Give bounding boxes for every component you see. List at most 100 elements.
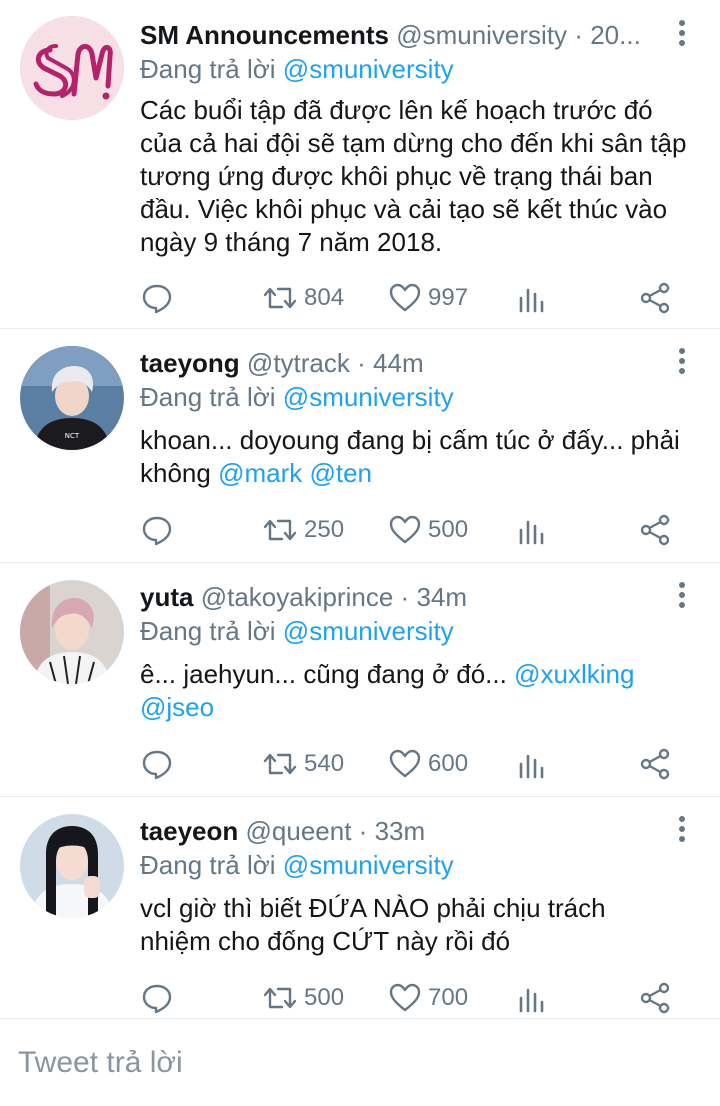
tweet-header: SM Announcements @smuniversity · 20... [140, 18, 660, 52]
share-icon [640, 514, 670, 546]
like-button[interactable]: 700 [388, 978, 468, 1018]
author-name[interactable]: SM Announcements [140, 20, 389, 50]
avatar-sm-logo[interactable] [20, 16, 124, 120]
author-handle[interactable]: @queent [246, 816, 352, 846]
analytics-button[interactable] [516, 978, 546, 1018]
retweet-count: 500 [304, 984, 345, 1011]
avatar[interactable]: NCT [20, 346, 124, 450]
more-options-icon[interactable] [674, 348, 690, 378]
mention-link[interactable]: @mark [218, 458, 302, 488]
separator-dot: · [357, 348, 366, 378]
retweet-icon [263, 519, 297, 541]
like-button[interactable]: 997 [388, 278, 468, 318]
author-handle[interactable]: @smuniversity [396, 20, 567, 50]
more-options-icon[interactable] [674, 816, 690, 846]
like-button[interactable]: 500 [388, 510, 468, 550]
analytics-icon [519, 988, 544, 1013]
reply-to-mention[interactable]: @smuniversity [283, 382, 454, 412]
separator-dot: · [574, 20, 583, 50]
replying-to-label: Đang trả lời [140, 850, 276, 880]
reply-button[interactable] [140, 278, 174, 318]
tweet-time[interactable]: 34m [416, 582, 467, 612]
like-count: 500 [428, 516, 469, 543]
tweet-actions: 500 700 [140, 978, 700, 1018]
tweet-actions: 250 500 [140, 510, 700, 550]
retweet-button[interactable]: 250 [262, 510, 344, 550]
sm-logo-icon [20, 16, 124, 120]
replying-to-label: Đang trả lời [140, 54, 276, 84]
separator-dot: · [400, 582, 410, 612]
separator-dot: · [358, 816, 368, 846]
like-count: 700 [428, 984, 469, 1011]
tweet-actions: 804 997 [140, 278, 700, 318]
svg-text:NCT: NCT [65, 432, 80, 440]
avatar[interactable] [20, 580, 124, 684]
heart-icon [389, 983, 421, 1012]
reply-to-mention[interactable]: @smuniversity [283, 850, 454, 880]
analytics-button[interactable] [516, 510, 546, 550]
tweet-time[interactable]: 33m [375, 816, 426, 846]
tweet-text: Các buổi tập đã được lên kế hoạch trước … [140, 95, 687, 257]
reply-icon [142, 284, 172, 314]
author-name[interactable]: yuta [140, 582, 193, 612]
author-handle[interactable]: @takoyakiprince [201, 582, 394, 612]
retweet-button[interactable]: 500 [262, 978, 344, 1018]
retweet-icon [263, 987, 297, 1009]
replying-to: Đang trả lời @smuniversity [140, 614, 454, 648]
tweet-sm-announcements[interactable]: SM Announcements @smuniversity · 20... Đ… [0, 0, 720, 329]
user-photo-icon: NCT [20, 346, 124, 450]
retweet-count: 540 [304, 750, 345, 777]
more-options-icon[interactable] [674, 20, 690, 50]
replying-to: Đang trả lời @smuniversity [140, 848, 454, 882]
reply-button[interactable] [140, 744, 174, 784]
analytics-icon [519, 754, 544, 779]
reply-to-mention[interactable]: @smuniversity [283, 54, 454, 84]
tweet-text: ê... jaehyun... cũng đang ở đó... @xuxlk… [140, 658, 700, 724]
tweet-yuta[interactable]: yuta @takoyakiprince · 34m Đang trả lời … [0, 562, 720, 797]
author-name[interactable]: taeyeon [140, 816, 238, 846]
replying-to-label: Đang trả lời [140, 616, 276, 646]
reply-to-mention[interactable]: @smuniversity [283, 616, 454, 646]
analytics-button[interactable] [516, 278, 546, 318]
like-count: 600 [428, 750, 469, 777]
retweet-icon [263, 753, 297, 775]
mention-link[interactable]: @jseo [140, 692, 214, 722]
replying-to: Đang trả lời @smuniversity [140, 52, 454, 86]
like-count: 997 [428, 284, 469, 311]
avatar[interactable] [20, 814, 124, 918]
reply-composer-input[interactable]: Tweet trả lời [18, 1046, 183, 1080]
tweet-text: khoan... doyoung đang bị cấm túc ở đấy..… [140, 424, 700, 490]
analytics-icon [519, 288, 544, 313]
mention-link[interactable]: @xuxlking [514, 659, 634, 689]
tweet-text-body: ê... jaehyun... cũng đang ở đó... [140, 659, 507, 689]
share-icon [640, 748, 670, 780]
mention-link[interactable]: @ten [309, 458, 372, 488]
share-button[interactable] [638, 278, 672, 318]
tweet-actions: 540 600 [140, 744, 700, 784]
share-icon [640, 282, 670, 314]
reply-button[interactable] [140, 978, 174, 1018]
analytics-button[interactable] [516, 744, 546, 784]
tweet-text: vcl giờ thì biết ĐỨA NÀO phải chịu trách… [140, 893, 606, 956]
reply-icon [142, 750, 172, 780]
author-name[interactable]: taeyong [140, 348, 240, 378]
tweet-time[interactable]: 20... [590, 20, 641, 50]
tweet-header: yuta @takoyakiprince · 34m [140, 580, 660, 614]
retweet-count: 804 [304, 284, 345, 311]
tweet-taeyong[interactable]: NCT taeyong @tytrack · 44m Đang trả lời … [0, 328, 720, 563]
tweet-header: taeyong @tytrack · 44m [140, 346, 660, 380]
retweet-count: 250 [304, 516, 345, 543]
author-handle[interactable]: @tytrack [247, 348, 350, 378]
share-button[interactable] [638, 978, 672, 1018]
retweet-button[interactable]: 540 [262, 744, 344, 784]
like-button[interactable]: 600 [388, 744, 468, 784]
tweet-taeyeon[interactable]: taeyeon @queent · 33m Đang trả lời @smun… [0, 796, 720, 1019]
reply-button[interactable] [140, 510, 174, 550]
share-button[interactable] [638, 744, 672, 784]
retweet-button[interactable]: 804 [262, 278, 344, 318]
more-options-icon[interactable] [674, 582, 690, 612]
share-button[interactable] [638, 510, 672, 550]
heart-icon [389, 283, 421, 312]
tweet-time[interactable]: 44m [373, 348, 424, 378]
user-photo-icon [20, 814, 124, 918]
